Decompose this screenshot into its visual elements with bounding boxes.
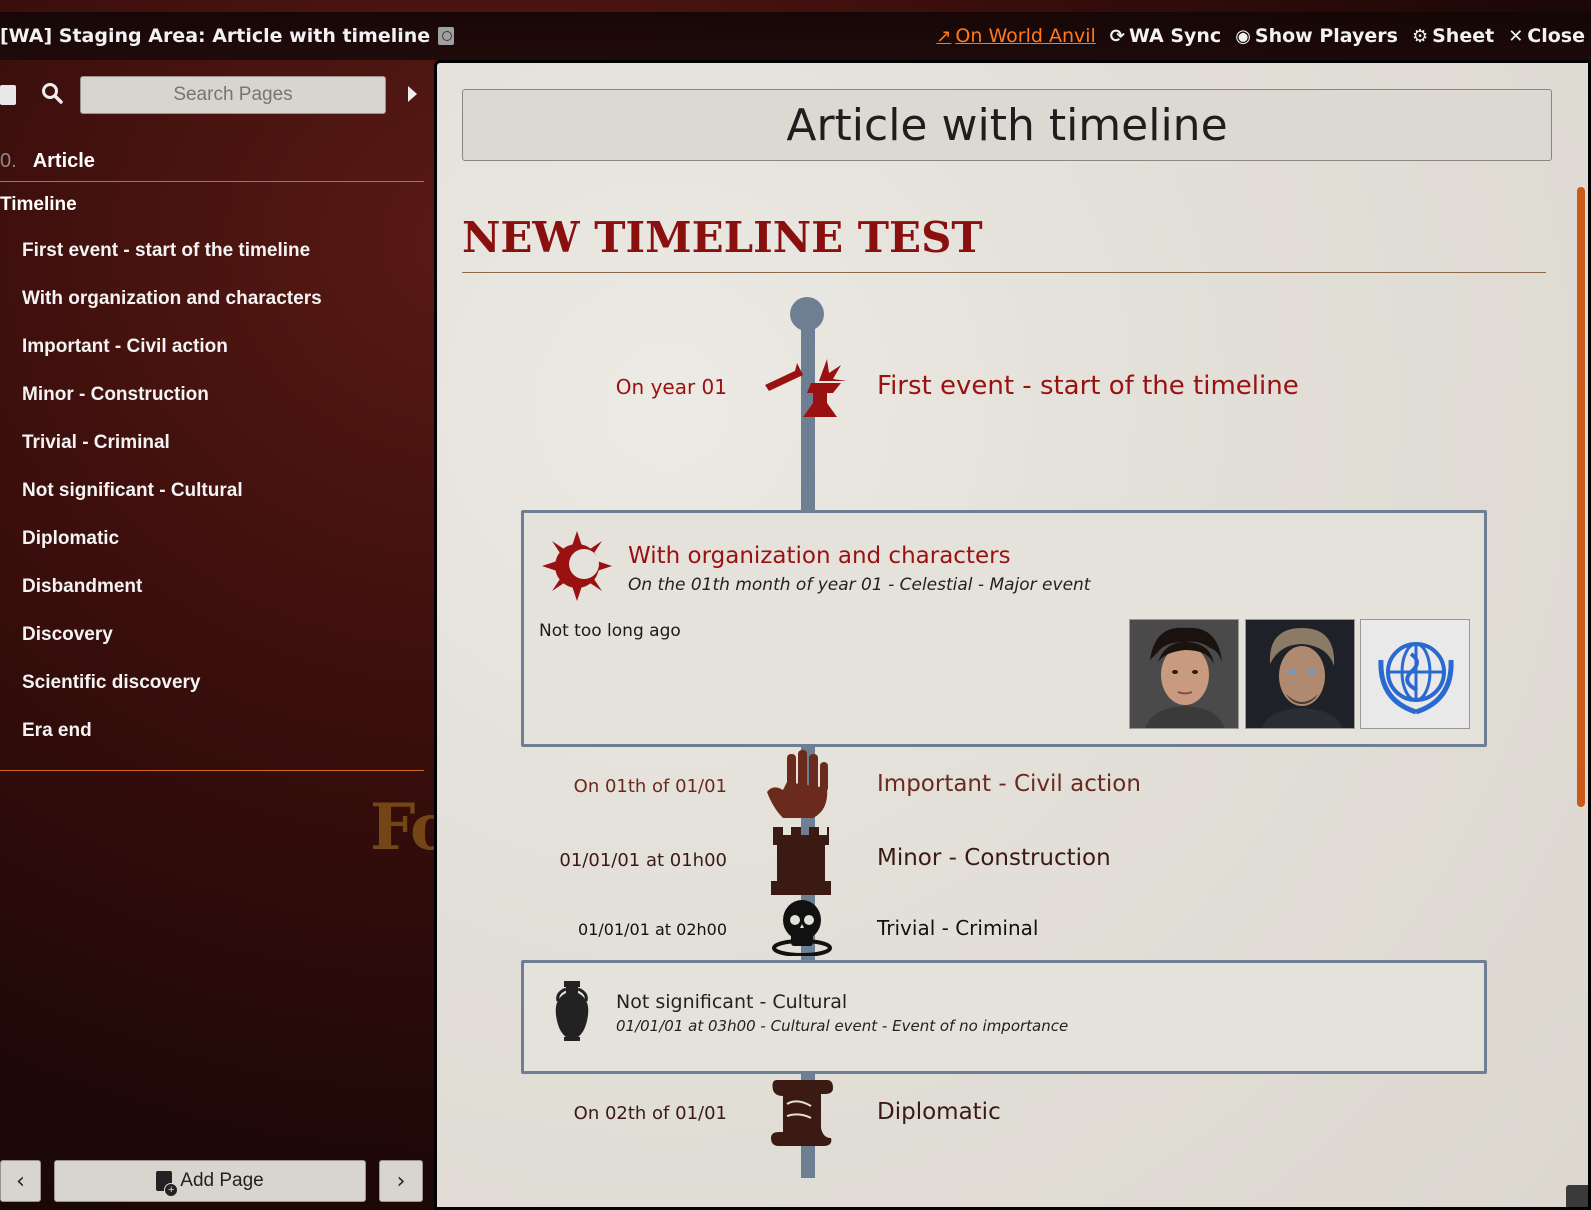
sun-moon-icon <box>542 531 612 605</box>
toc-item[interactable]: With organization and characters <box>22 281 322 329</box>
on-world-anvil-label: On World Anvil <box>955 25 1096 47</box>
resize-handle-icon[interactable] <box>1566 1185 1588 1207</box>
external-link-icon: ↗ <box>936 25 952 47</box>
close-label: Close <box>1527 25 1585 47</box>
gear-icon: ⚙ <box>1411 25 1429 47</box>
event-date: On 02th of 01/01 <box>573 1103 727 1124</box>
on-world-anvil-link[interactable]: ↗ On World Anvil <box>936 25 1095 47</box>
content-scrollbar[interactable] <box>1577 187 1585 807</box>
event-title[interactable]: With organization and characters <box>628 543 1011 569</box>
heading-divider <box>462 272 1546 273</box>
sheet-label: Sheet <box>1432 25 1495 47</box>
character-portrait-1[interactable] <box>1129 619 1239 729</box>
character-portrait-2[interactable] <box>1245 619 1355 729</box>
toc-article-header[interactable]: 0. Article <box>0 142 424 182</box>
event-title[interactable]: Minor - Construction <box>877 845 1111 871</box>
toc-item[interactable]: Scientific discovery <box>22 665 322 713</box>
toc-item[interactable]: Not significant - Cultural <box>22 473 322 521</box>
section-heading: NEW TIMELINE TEST <box>462 213 983 262</box>
table-of-contents-icon[interactable] <box>0 85 16 105</box>
toc-item[interactable]: Trivial - Criminal <box>22 425 322 473</box>
close-icon: ✕ <box>1508 25 1524 47</box>
header-actions: ↗ On World Anvil ⟳ WA Sync ◉ Show Player… <box>936 25 1591 47</box>
toc-item[interactable]: Minor - Construction <box>22 377 322 425</box>
add-page-button[interactable]: Add Page <box>54 1160 366 1202</box>
toc-item[interactable]: Discovery <box>22 617 322 665</box>
vase-icon <box>550 979 594 1047</box>
document-icon[interactable] <box>438 27 455 45</box>
close-button[interactable]: ✕ Close <box>1508 25 1585 47</box>
tower-icon <box>771 825 831 899</box>
show-players-button[interactable]: ◉ Show Players <box>1235 25 1398 47</box>
eye-icon: ◉ <box>1235 25 1251 47</box>
event-date: On year 01 <box>615 375 727 399</box>
window-title-text: [WA] Staging Area: Article with timeline <box>0 25 431 47</box>
add-page-label: Add Page <box>180 1170 264 1191</box>
skull-icon <box>771 896 833 960</box>
toc-item[interactable]: Disbandment <box>22 569 322 617</box>
toc-article-label: Article <box>32 150 95 172</box>
timeline-start-cap <box>790 297 824 331</box>
event-subtitle: On the 01th month of year 01 - Celestial… <box>628 575 1091 595</box>
event-date: 01/01/01 at 01h00 <box>559 850 727 871</box>
next-page-button[interactable]: › <box>379 1160 423 1202</box>
sidebar: Fo 0. Article Timeline First event - sta… <box>0 60 453 1210</box>
expand-sidebar-icon[interactable] <box>408 86 417 102</box>
toc-number: 0. <box>0 150 17 172</box>
wa-sync-button[interactable]: ⟳ WA Sync <box>1110 25 1221 47</box>
toc-group-timeline[interactable]: Timeline <box>0 194 77 216</box>
event-title[interactable]: Important - Civil action <box>877 771 1141 797</box>
search-input[interactable] <box>80 76 386 114</box>
toc-item[interactable]: Important - Civil action <box>22 329 322 377</box>
raised-hand-icon <box>763 748 839 824</box>
event-title[interactable]: Trivial - Criminal <box>877 916 1038 940</box>
sheet-button[interactable]: ⚙ Sheet <box>1412 25 1494 47</box>
sidebar-bottom-bar: ‹ Add Page › <box>0 1160 430 1204</box>
search-icon[interactable] <box>40 81 64 111</box>
sidebar-toolbar <box>0 75 430 115</box>
toc-divider <box>0 770 424 771</box>
toc-item[interactable]: First event - start of the timeline <box>22 233 322 281</box>
toc-item[interactable]: Era end <box>22 713 322 761</box>
sync-icon: ⟳ <box>1109 25 1125 47</box>
scroll-icon <box>767 1076 837 1152</box>
event-title[interactable]: Diplomatic <box>877 1099 1001 1125</box>
event-date: On 01th of 01/01 <box>573 776 727 797</box>
event-title[interactable]: Not significant - Cultural <box>616 991 847 1013</box>
event-card: With organization and characters On the … <box>521 510 1487 747</box>
window-title: [WA] Staging Area: Article with timeline <box>0 25 455 47</box>
previous-page-button[interactable]: ‹ <box>0 1160 41 1202</box>
add-file-icon <box>156 1171 179 1197</box>
window-titlebar: [WA] Staging Area: Article with timeline… <box>0 12 1591 60</box>
anvil-icon <box>763 353 849 429</box>
event-date: 01/01/01 at 02h00 <box>578 920 727 939</box>
event-description: Not too long ago <box>539 621 681 641</box>
article-title[interactable]: Article with timeline <box>462 89 1552 161</box>
article-content: Article with timeline NEW TIMELINE TEST … <box>434 60 1591 1210</box>
toc-item[interactable]: Diplomatic <box>22 521 322 569</box>
show-players-label: Show Players <box>1254 25 1398 47</box>
toc-list: First event - start of the timeline With… <box>22 233 322 761</box>
organization-emblem[interactable] <box>1360 619 1470 729</box>
event-card: Not significant - Cultural 01/01/01 at 0… <box>521 960 1487 1074</box>
chevron-left-icon: ‹ <box>16 1168 25 1194</box>
chevron-right-icon: › <box>396 1168 406 1194</box>
wa-sync-label: WA Sync <box>1128 25 1222 47</box>
event-subtitle: 01/01/01 at 03h00 - Cultural event - Eve… <box>616 1017 1069 1035</box>
event-title[interactable]: First event - start of the timeline <box>877 371 1299 401</box>
